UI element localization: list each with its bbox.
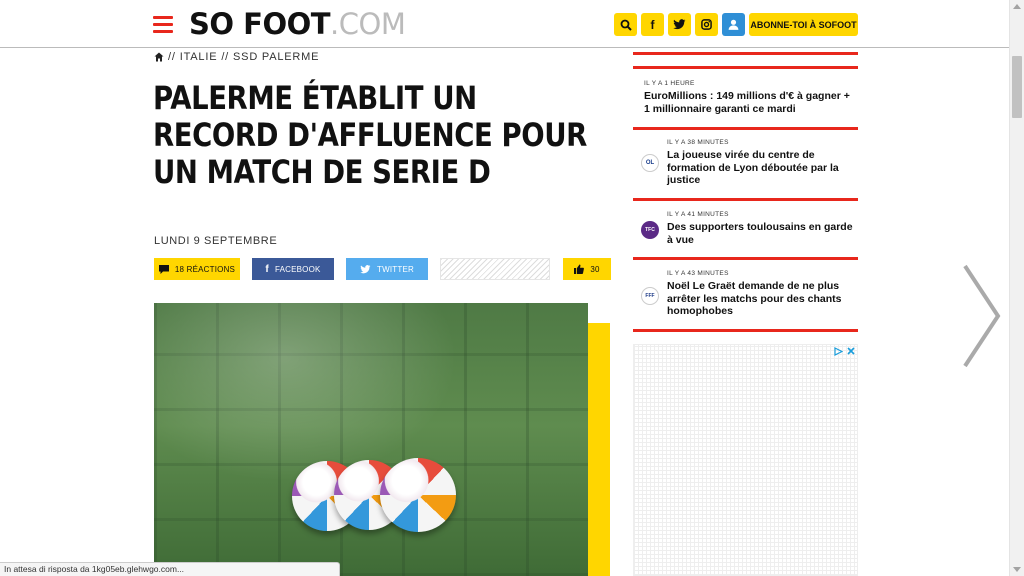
article-title: PALERME ÉTABLIT UN RECORD D'AFFLUENCE PO… xyxy=(153,79,587,191)
menu-icon[interactable] xyxy=(153,16,173,34)
news-item[interactable]: FFF IL Y A 43 MINUTES Noël Le Graët dema… xyxy=(633,260,858,332)
scroll-down-arrow-icon[interactable] xyxy=(1013,567,1021,572)
logo-suffix: .COM xyxy=(330,7,406,41)
facebook-icon[interactable]: f xyxy=(641,13,664,36)
ad-choices-icon[interactable] xyxy=(834,347,843,356)
twitter-share-label: TWITTER xyxy=(377,264,414,274)
search-icon[interactable] xyxy=(614,13,637,36)
twitter-share-button[interactable]: TWITTER xyxy=(346,258,428,280)
facebook-icon: f xyxy=(265,263,269,275)
likes-count: 30 xyxy=(590,264,600,274)
article-date: LUNDI 9 SEPTEMBRE xyxy=(154,235,278,247)
close-icon[interactable] xyxy=(847,347,855,355)
news-title[interactable]: Noël Le Graët demande de ne plus arrêter… xyxy=(667,280,858,318)
news-item[interactable]: TFC IL Y A 41 MINUTES Des supporters tou… xyxy=(633,201,858,260)
comment-icon xyxy=(158,264,169,274)
subscribe-button[interactable]: ABONNE-TOI À SOFOOT xyxy=(749,13,858,36)
news-item[interactable]: IL Y A 1 HEURE EuroMillions : 149 millio… xyxy=(633,66,858,130)
decorative-bar xyxy=(588,323,610,576)
reactions-label: 18 RÉACTIONS xyxy=(174,264,236,274)
fff-logo-icon: FFF xyxy=(641,287,659,305)
breadcrumb-separator: // xyxy=(221,51,230,63)
news-title[interactable]: La joueuse virée du centre de formation … xyxy=(667,149,858,187)
facebook-glyph: f xyxy=(650,17,655,32)
news-item[interactable]: OL IL Y A 38 MINUTES La joueuse virée du… xyxy=(633,130,858,201)
news-time: IL Y A 41 MINUTES xyxy=(667,211,729,218)
breadcrumb: // ITALIE // SSD PALERME xyxy=(154,51,319,63)
toulouse-logo-icon: TFC xyxy=(641,221,659,239)
status-bar: In attesa di risposta da 1kg05eb.glehwgo… xyxy=(0,562,340,576)
facebook-share-button[interactable]: f FACEBOOK xyxy=(252,258,334,280)
breadcrumb-item-italie[interactable]: ITALIE xyxy=(180,51,218,63)
news-time: IL Y A 1 HEURE xyxy=(644,80,695,87)
breadcrumb-separator: // xyxy=(168,51,176,63)
scroll-up-arrow-icon[interactable] xyxy=(1013,4,1021,9)
news-time: IL Y A 43 MINUTES xyxy=(667,270,729,277)
news-title[interactable]: EuroMillions : 149 millions d'€ à gagner… xyxy=(644,90,858,115)
news-item-top-border xyxy=(633,48,858,55)
next-arrow-icon[interactable] xyxy=(962,264,1002,368)
page: SO FOOT.COM f ABONNE-TOI À SOFOOT // ITA… xyxy=(0,0,1024,576)
article-image xyxy=(154,303,588,576)
logo-main: SO FOOT xyxy=(189,7,331,41)
advertisement[interactable] xyxy=(633,344,858,576)
thumbs-up-icon xyxy=(574,264,585,274)
home-icon[interactable] xyxy=(154,52,164,62)
breadcrumb-item-palerme[interactable]: SSD PALERME xyxy=(233,51,319,63)
twitter-icon xyxy=(360,264,371,273)
ad-choices[interactable] xyxy=(834,347,855,356)
reactions-button[interactable]: 18 RÉACTIONS xyxy=(154,258,240,280)
user-icon[interactable] xyxy=(722,13,745,36)
vertical-scrollbar[interactable] xyxy=(1009,0,1024,576)
news-title[interactable]: Des supporters toulousains en garde à vu… xyxy=(667,221,858,246)
football xyxy=(380,458,456,532)
like-button[interactable]: 30 xyxy=(563,258,611,280)
ol-logo-icon: OL xyxy=(641,154,659,172)
instagram-icon[interactable] xyxy=(695,13,718,36)
twitter-icon[interactable] xyxy=(668,13,691,36)
site-logo[interactable]: SO FOOT.COM xyxy=(189,7,406,41)
site-header: SO FOOT.COM f ABONNE-TOI À SOFOOT xyxy=(0,0,1009,48)
facebook-share-label: FACEBOOK xyxy=(274,264,321,274)
news-time: IL Y A 38 MINUTES xyxy=(667,139,729,146)
scroll-thumb[interactable] xyxy=(1012,56,1022,118)
share-placeholder xyxy=(440,258,550,280)
